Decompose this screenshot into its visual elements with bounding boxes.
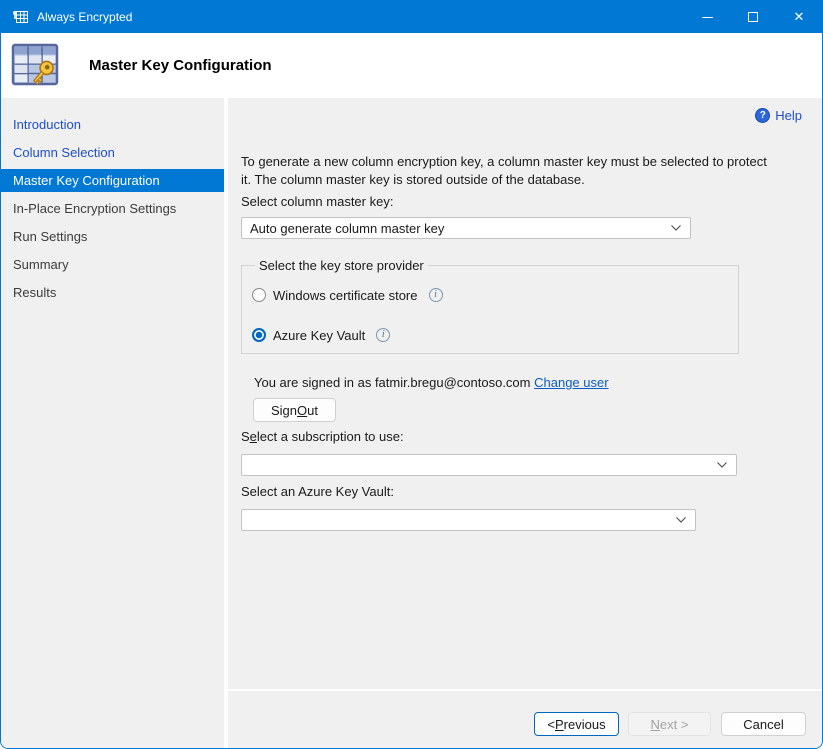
master-key-selected-value: Auto generate column master key bbox=[250, 221, 664, 236]
sidebar-item-results[interactable]: Results bbox=[1, 281, 224, 304]
maximize-icon bbox=[748, 12, 758, 22]
wizard-steps-sidebar: Introduction Column Selection Master Key… bbox=[1, 98, 224, 748]
master-key-select[interactable]: Auto generate column master key bbox=[241, 217, 691, 239]
windows-certificate-store-label: Windows certificate store bbox=[273, 288, 418, 303]
sidebar-item-run-settings[interactable]: Run Settings bbox=[1, 225, 224, 248]
maximize-button[interactable] bbox=[730, 1, 776, 33]
help-link[interactable]: ? Help bbox=[755, 108, 802, 123]
sidebar-item-summary[interactable]: Summary bbox=[1, 253, 224, 276]
help-icon: ? bbox=[755, 108, 770, 123]
close-icon: ✕ bbox=[794, 9, 805, 25]
change-user-link[interactable]: Change user bbox=[534, 375, 608, 390]
sidebar-item-in-place-encryption-settings[interactable]: In-Place Encryption Settings bbox=[1, 197, 224, 220]
window-title: Always Encrypted bbox=[37, 10, 132, 24]
subscription-label: Select a subscription to use: bbox=[241, 429, 404, 444]
titlebar: Always Encrypted ✕ bbox=[1, 1, 822, 33]
signed-in-text: You are signed in as fatmir.bregu@contos… bbox=[254, 375, 531, 390]
previous-button[interactable]: < Previous bbox=[534, 712, 619, 736]
sign-out-button[interactable]: Sign Out bbox=[253, 398, 336, 422]
close-button[interactable]: ✕ bbox=[776, 1, 822, 33]
sidebar-item-master-key-configuration[interactable]: Master Key Configuration bbox=[1, 169, 224, 192]
radio-checked-icon[interactable] bbox=[252, 328, 266, 342]
master-key-configuration-page: ? Help To generate a new column encrypti… bbox=[228, 98, 822, 748]
wizard-header: Master Key Configuration bbox=[1, 33, 822, 98]
info-icon[interactable]: i bbox=[429, 288, 443, 302]
signed-in-status: You are signed in as fatmir.bregu@contos… bbox=[254, 375, 609, 390]
next-button[interactable]: Next > bbox=[628, 712, 711, 736]
key-store-provider-group: Select the key store provider Windows ce… bbox=[241, 258, 739, 354]
azure-key-vault-select[interactable] bbox=[241, 509, 696, 531]
chevron-down-icon bbox=[675, 516, 687, 524]
info-icon[interactable]: i bbox=[376, 328, 390, 342]
sidebar-item-column-selection[interactable]: Column Selection bbox=[1, 141, 224, 164]
page-title: Master Key Configuration bbox=[89, 57, 272, 74]
azure-key-vault-label: Azure Key Vault bbox=[273, 328, 365, 343]
always-encrypted-dialog: Always Encrypted ✕ bbox=[0, 0, 823, 749]
chevron-down-icon bbox=[716, 461, 728, 469]
windows-certificate-store-option[interactable]: Windows certificate store i bbox=[252, 286, 728, 304]
master-key-label: Select column master key: bbox=[241, 194, 393, 209]
minimize-button[interactable] bbox=[684, 1, 730, 33]
always-encrypted-icon bbox=[12, 9, 29, 25]
minimize-icon bbox=[702, 17, 713, 18]
azure-key-vault-label: Select an Azure Key Vault: bbox=[241, 484, 394, 499]
intro-text: To generate a new column encryption key,… bbox=[241, 153, 767, 189]
footer-divider bbox=[228, 689, 822, 691]
chevron-down-icon bbox=[670, 224, 682, 232]
help-label: Help bbox=[775, 108, 802, 123]
cancel-button[interactable]: Cancel bbox=[721, 712, 806, 736]
key-store-provider-legend: Select the key store provider bbox=[255, 258, 428, 273]
radio-unchecked-icon[interactable] bbox=[252, 288, 266, 302]
table-key-icon bbox=[11, 43, 61, 89]
azure-key-vault-option[interactable]: Azure Key Vault i bbox=[252, 326, 728, 344]
subscription-select[interactable] bbox=[241, 454, 737, 476]
sidebar-item-introduction[interactable]: Introduction bbox=[1, 113, 224, 136]
